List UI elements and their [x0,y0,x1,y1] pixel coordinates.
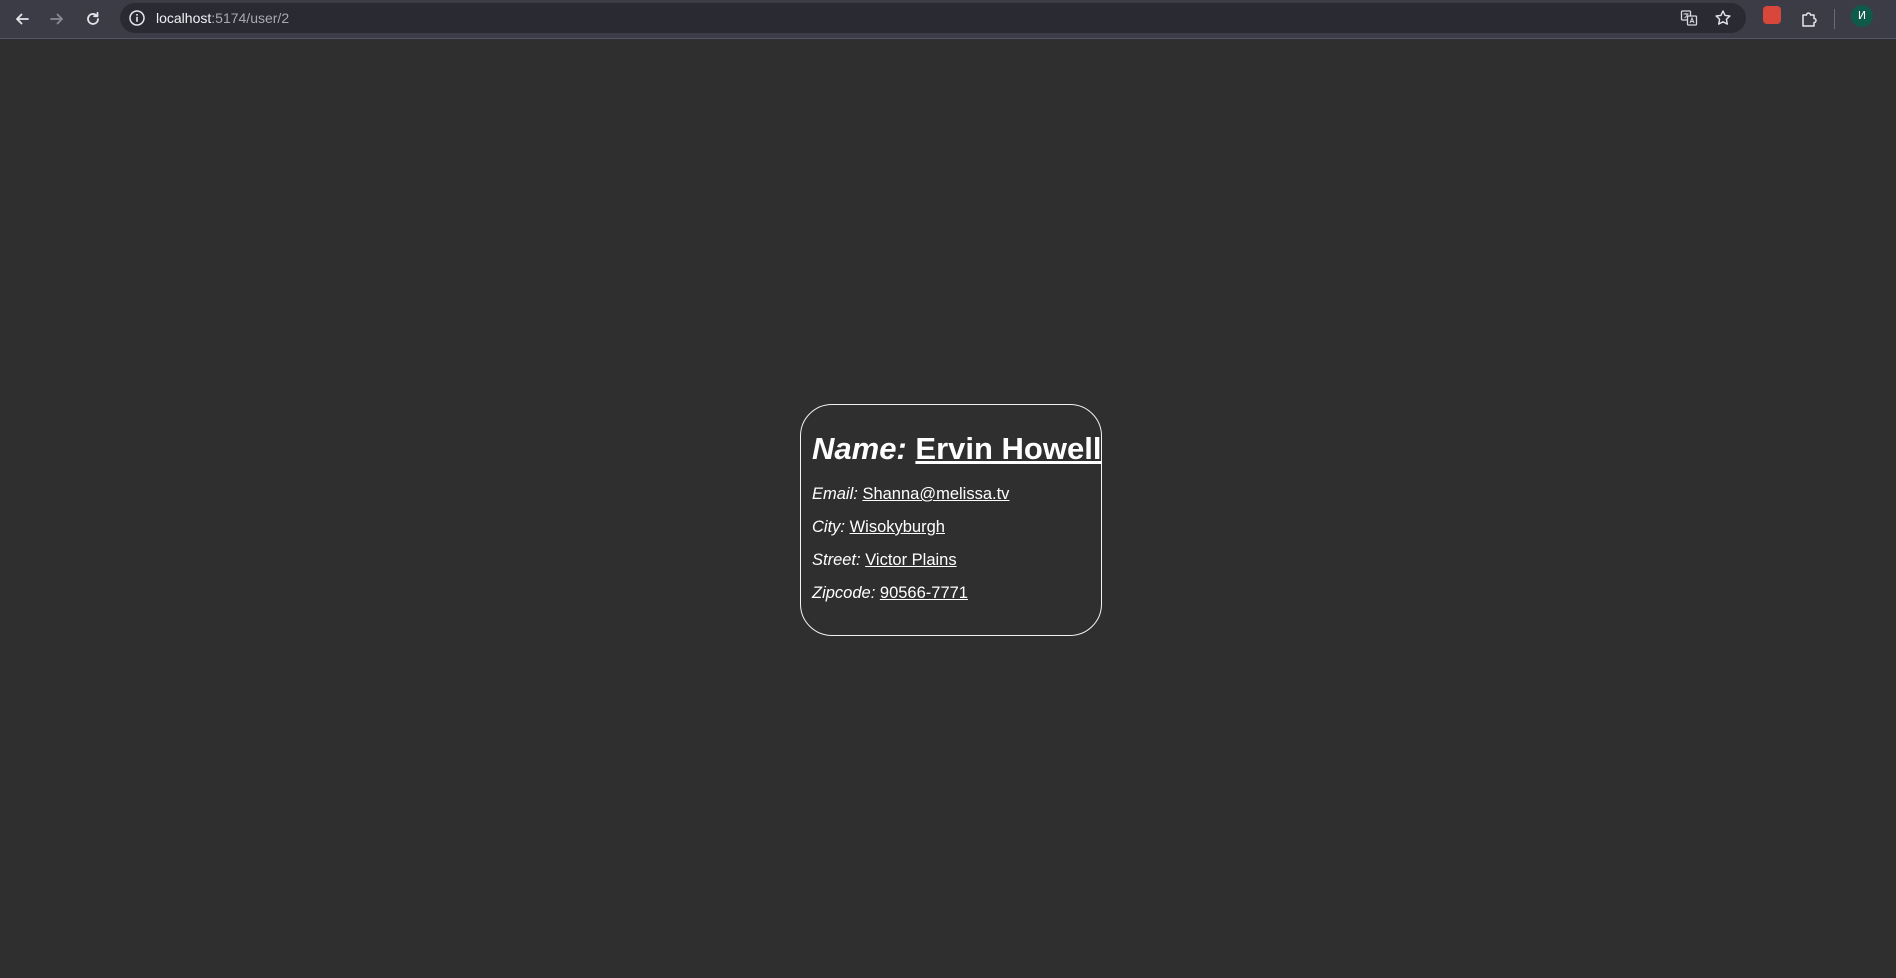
street-row: Street: Victor Plains [812,551,1101,570]
puzzle-icon [1802,12,1817,27]
profile-avatar[interactable]: И [1851,5,1873,27]
reload-button[interactable] [78,4,108,34]
url-text[interactable]: localhost:5174/user/2 [156,10,289,26]
info-icon[interactable] [128,9,146,27]
city-value: Wisokyburgh [849,518,945,536]
star-icon[interactable] [1714,9,1732,27]
city-row: City: Wisokyburgh [812,518,1101,537]
toolbar-divider [1834,9,1835,29]
user-name-value: Ervin Howell [915,431,1102,466]
forward-arrow-icon [50,13,63,25]
city-label: City: [812,518,845,536]
zipcode-row: Zipcode: 90566-7771 [812,584,1101,603]
user-name-heading: Name: Ervin Howell [812,431,1101,467]
url-host: localhost [156,10,212,26]
browser-toolbar: localhost:5174/user/2 И [0,0,1896,39]
forward-button[interactable] [42,4,72,34]
user-card: Name: Ervin Howell Email: Shanna@melissa… [800,404,1102,636]
back-arrow-icon [16,13,29,25]
street-label: Street: [812,551,861,569]
translate-icon[interactable] [1680,9,1698,27]
email-label: Email: [812,485,858,503]
email-row: Email: Shanna@melissa.tv [812,485,1101,504]
extension-icon[interactable] [1763,6,1781,24]
zipcode-value: 90566-7771 [879,584,968,602]
url-path: :5174/user/2 [211,10,290,26]
email-value: Shanna@melissa.tv [862,485,1010,503]
name-label: Name: [812,431,907,466]
zipcode-label: Zipcode: [812,584,876,602]
address-bar[interactable]: localhost:5174/user/2 [120,3,1746,33]
reload-icon [87,11,99,25]
extensions-menu-button[interactable] [1794,4,1824,34]
back-button[interactable] [7,4,37,34]
street-value: Victor Plains [865,551,957,569]
